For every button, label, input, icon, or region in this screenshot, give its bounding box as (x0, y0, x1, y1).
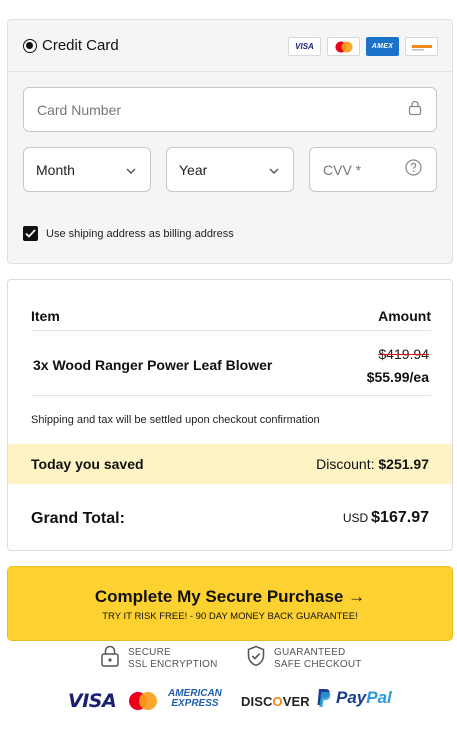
card-number-placeholder: Card Number (37, 101, 122, 118)
payment-method-header: Credit Card VISA AMEX (8, 20, 452, 72)
shield-check-icon (246, 645, 266, 672)
chevron-down-icon (126, 161, 136, 179)
ssl-line-1: SECURE (128, 646, 171, 658)
payment-panel: Credit Card VISA AMEX Card Number Month (7, 19, 453, 264)
divider (31, 330, 431, 331)
month-select-value: Month (36, 161, 75, 178)
cvv-placeholder: CVV * (323, 161, 362, 178)
amex-logo: AMERICAN EXPRESS (168, 688, 222, 709)
discount-amount: Discount: $251.97 (316, 456, 429, 472)
help-icon[interactable] (405, 158, 422, 181)
guarantee-text: TRY IT RISK FREE! - 90 DAY MONEY BACK GU… (102, 611, 358, 622)
safe-line-1: GUARANTEED (274, 646, 346, 658)
summary-header: Item Amount (31, 308, 431, 324)
ssl-line-2: SSL ENCRYPTION (128, 658, 218, 670)
billing-checkbox-label[interactable]: Use shiping address as billing address (46, 228, 234, 240)
card-number-field[interactable]: Card Number (23, 87, 437, 132)
line-item-name: 3x Wood Ranger Power Leaf Blower (33, 357, 273, 373)
savings-label: Today you saved (31, 456, 144, 472)
billing-checkbox[interactable] (23, 226, 38, 241)
amex-logo: AMEX (366, 37, 399, 56)
paypal-logo: Pay Pal (316, 688, 392, 708)
payment-brands: VISA AMERICAN EXPRESS DISCOVER Pay Pal (68, 687, 393, 715)
grand-total-label: Grand Total: (31, 510, 125, 527)
mastercard-logo (327, 37, 360, 56)
currency-code: USD (342, 511, 369, 525)
year-select-value: Year (179, 161, 208, 178)
credit-card-radio[interactable] (23, 39, 37, 53)
savings-bar: Today you saved Discount: $251.97 (8, 444, 452, 484)
chevron-down-icon (269, 161, 279, 179)
original-price: $419.94 (378, 346, 429, 362)
order-summary: Item Amount 3x Wood Ranger Power Leaf Bl… (7, 279, 453, 551)
grand-total-value: USD $167.97 (342, 509, 429, 526)
discover-logo: DISCOVER (241, 694, 310, 709)
complete-purchase-button[interactable]: Complete My Secure Purchase → TRY IT RIS… (7, 566, 453, 641)
discover-logo (405, 37, 438, 56)
credit-card-label[interactable]: Credit Card (42, 37, 119, 54)
accepted-cards: VISA AMEX (288, 37, 438, 56)
year-select[interactable]: Year (166, 147, 294, 192)
ssl-badge: SECURE SSL ENCRYPTION (100, 645, 218, 672)
lock-icon (100, 645, 120, 672)
purchase-button-label: Complete My Secure Purchase → (94, 587, 366, 606)
visa-logo: VISA (288, 37, 321, 56)
billing-address-option: Use shiping address as billing address (23, 226, 234, 241)
month-select[interactable]: Month (23, 147, 151, 192)
visa-logo: VISA (68, 690, 117, 712)
unit-price: $55.99/ea (366, 369, 429, 385)
lock-icon (408, 99, 422, 120)
amount-column-header: Amount (378, 308, 431, 324)
shipping-note: Shipping and tax will be settled upon ch… (31, 414, 320, 426)
safe-line-2: SAFE CHECKOUT (274, 658, 362, 670)
divider (31, 395, 431, 396)
mastercard-logo (127, 691, 159, 716)
cvv-field[interactable]: CVV * (309, 147, 437, 192)
safe-checkout-badge: GUARANTEED SAFE CHECKOUT (246, 645, 362, 672)
item-column-header: Item (31, 308, 60, 324)
